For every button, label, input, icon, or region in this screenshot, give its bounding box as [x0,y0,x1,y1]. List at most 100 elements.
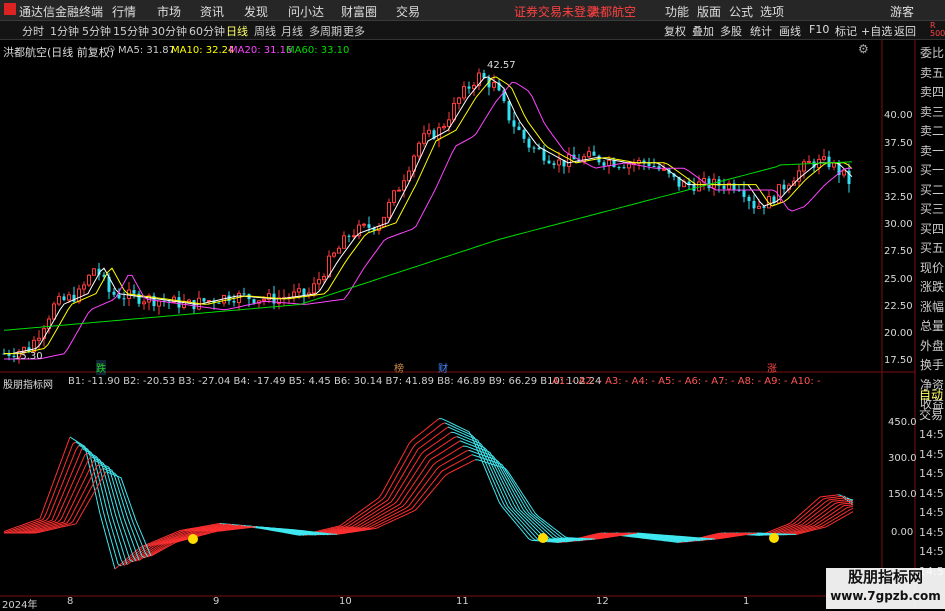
indicator-line-segment [202,526,205,527]
indicator-line-segment [385,514,388,516]
ind-y-tick: 0.00 [891,527,913,538]
indicator-line-segment [802,528,805,529]
candle-body [618,167,621,168]
indicator-line-segment [391,471,394,477]
indicator-line-segment [343,533,346,534]
indicator-title[interactable]: 股朋指标网 [3,376,53,391]
side-item[interactable]: 卖二 [918,122,945,142]
indicator-line-segment [790,524,793,525]
indicator-line-segment [463,436,466,437]
indicator-line-segment [385,482,388,488]
indicator-line-segment [793,531,796,532]
indicator-line-segment [52,527,55,528]
indicator-line-segment [388,495,391,500]
indicator-line-segment [439,471,442,475]
candle-body [418,143,421,156]
marker-rise[interactable]: 涨 [767,360,777,375]
indicator-line-segment [34,525,37,526]
indicator-line-segment [208,532,211,533]
indicator-line-segment [46,530,49,531]
indicator-line-segment [499,487,502,494]
indicator-line-segment [100,465,103,466]
side-item[interactable]: 涨跌 [918,278,945,298]
candle-body [368,224,371,228]
indicator-line-segment [460,427,463,428]
indicator-line-segment [517,498,520,504]
indicator-line-segment [385,504,388,506]
side-item[interactable]: 买二 [918,181,945,201]
indicator-line-segment [376,522,379,524]
indicator-line-segment [829,506,832,508]
indicator-line-segment [565,537,568,538]
indicator-line-segment [52,526,55,527]
settings-icon[interactable]: ⚙ [858,42,869,56]
indicator-line-segment [25,525,28,526]
side-auto[interactable]: 自动 [917,386,945,406]
indicator-line-segment [514,498,517,504]
side-item[interactable]: 涨幅 [918,298,945,318]
indicator-line-segment [142,535,145,542]
side-item[interactable]: 换手 [918,356,945,376]
indicator-line-segment [460,453,463,455]
indicator-line-segment [799,525,802,526]
candle-body [648,163,651,166]
side-item[interactable]: 委比 [918,44,945,64]
side-item[interactable]: 外盘 [918,337,945,357]
indicator-line-segment [421,438,424,440]
indicator-line-segment [43,522,46,523]
side-item[interactable]: 买三 [918,200,945,220]
marker-fall[interactable]: 跌 [96,360,106,375]
side-trade[interactable]: 交易 [917,406,945,426]
indicator-line-segment [430,490,433,494]
indicator-line-segment [397,504,400,506]
indicator-line-segment [391,520,394,521]
marker-rank[interactable]: 榜 [394,360,404,375]
side-item[interactable]: 买四 [918,220,945,240]
indicator-line-segment [100,497,103,510]
indicator-line-segment [832,504,835,506]
indicator-line-segment [7,529,10,530]
candle-body [783,185,786,190]
indicator-line-segment [448,460,451,462]
indicator-line-segment [358,514,361,516]
indicator-line-segment [85,472,88,478]
indicator-line-segment [400,516,403,517]
side-item[interactable]: 卖五 [918,64,945,84]
indicator-line-segment [28,531,31,532]
indicator-line-segment [391,514,394,516]
y-tick: 35.00 [884,165,913,176]
indicator-line-segment [181,531,184,532]
indicator-line-segment [61,527,64,528]
indicator-line-segment [82,489,85,495]
side-item[interactable]: 卖一 [918,142,945,162]
indicator-line-segment [355,513,358,515]
candle-body [448,120,451,127]
indicator-line-segment [181,534,184,535]
indicator-line-segment [364,520,367,522]
indicator-line-segment [367,522,370,524]
side-item[interactable]: 买五 [918,239,945,259]
indicator-line-segment [52,513,55,520]
indicator-line-segment [823,524,826,526]
indicator-line-segment [466,433,469,434]
indicator-line-segment [529,534,532,537]
low-price-label: 15.30 [14,351,43,362]
side-item[interactable]: 买一 [918,161,945,181]
indicator-line-segment [184,530,187,531]
side-item[interactable]: 现价 [918,259,945,279]
ind-y-tick: 450.0 [888,417,917,428]
side-item[interactable]: 卖三 [918,103,945,123]
indicator-line-segment [517,504,520,510]
indicator-line-segment [448,472,451,474]
indicator-line-segment [184,533,187,534]
indicator-line-segment [808,509,811,512]
ma-dropdown-icon[interactable]: ⊙ [107,44,115,55]
candle-body [443,126,446,127]
side-item[interactable]: 卖四 [918,83,945,103]
side-item[interactable]: 总量 [918,317,945,337]
marker-finance[interactable]: 财 [438,360,448,375]
indicator-line-segment [820,499,823,502]
chart-canvas[interactable] [0,0,945,609]
indicator-line-segment [451,471,454,473]
indicator-line-segment [829,524,832,526]
